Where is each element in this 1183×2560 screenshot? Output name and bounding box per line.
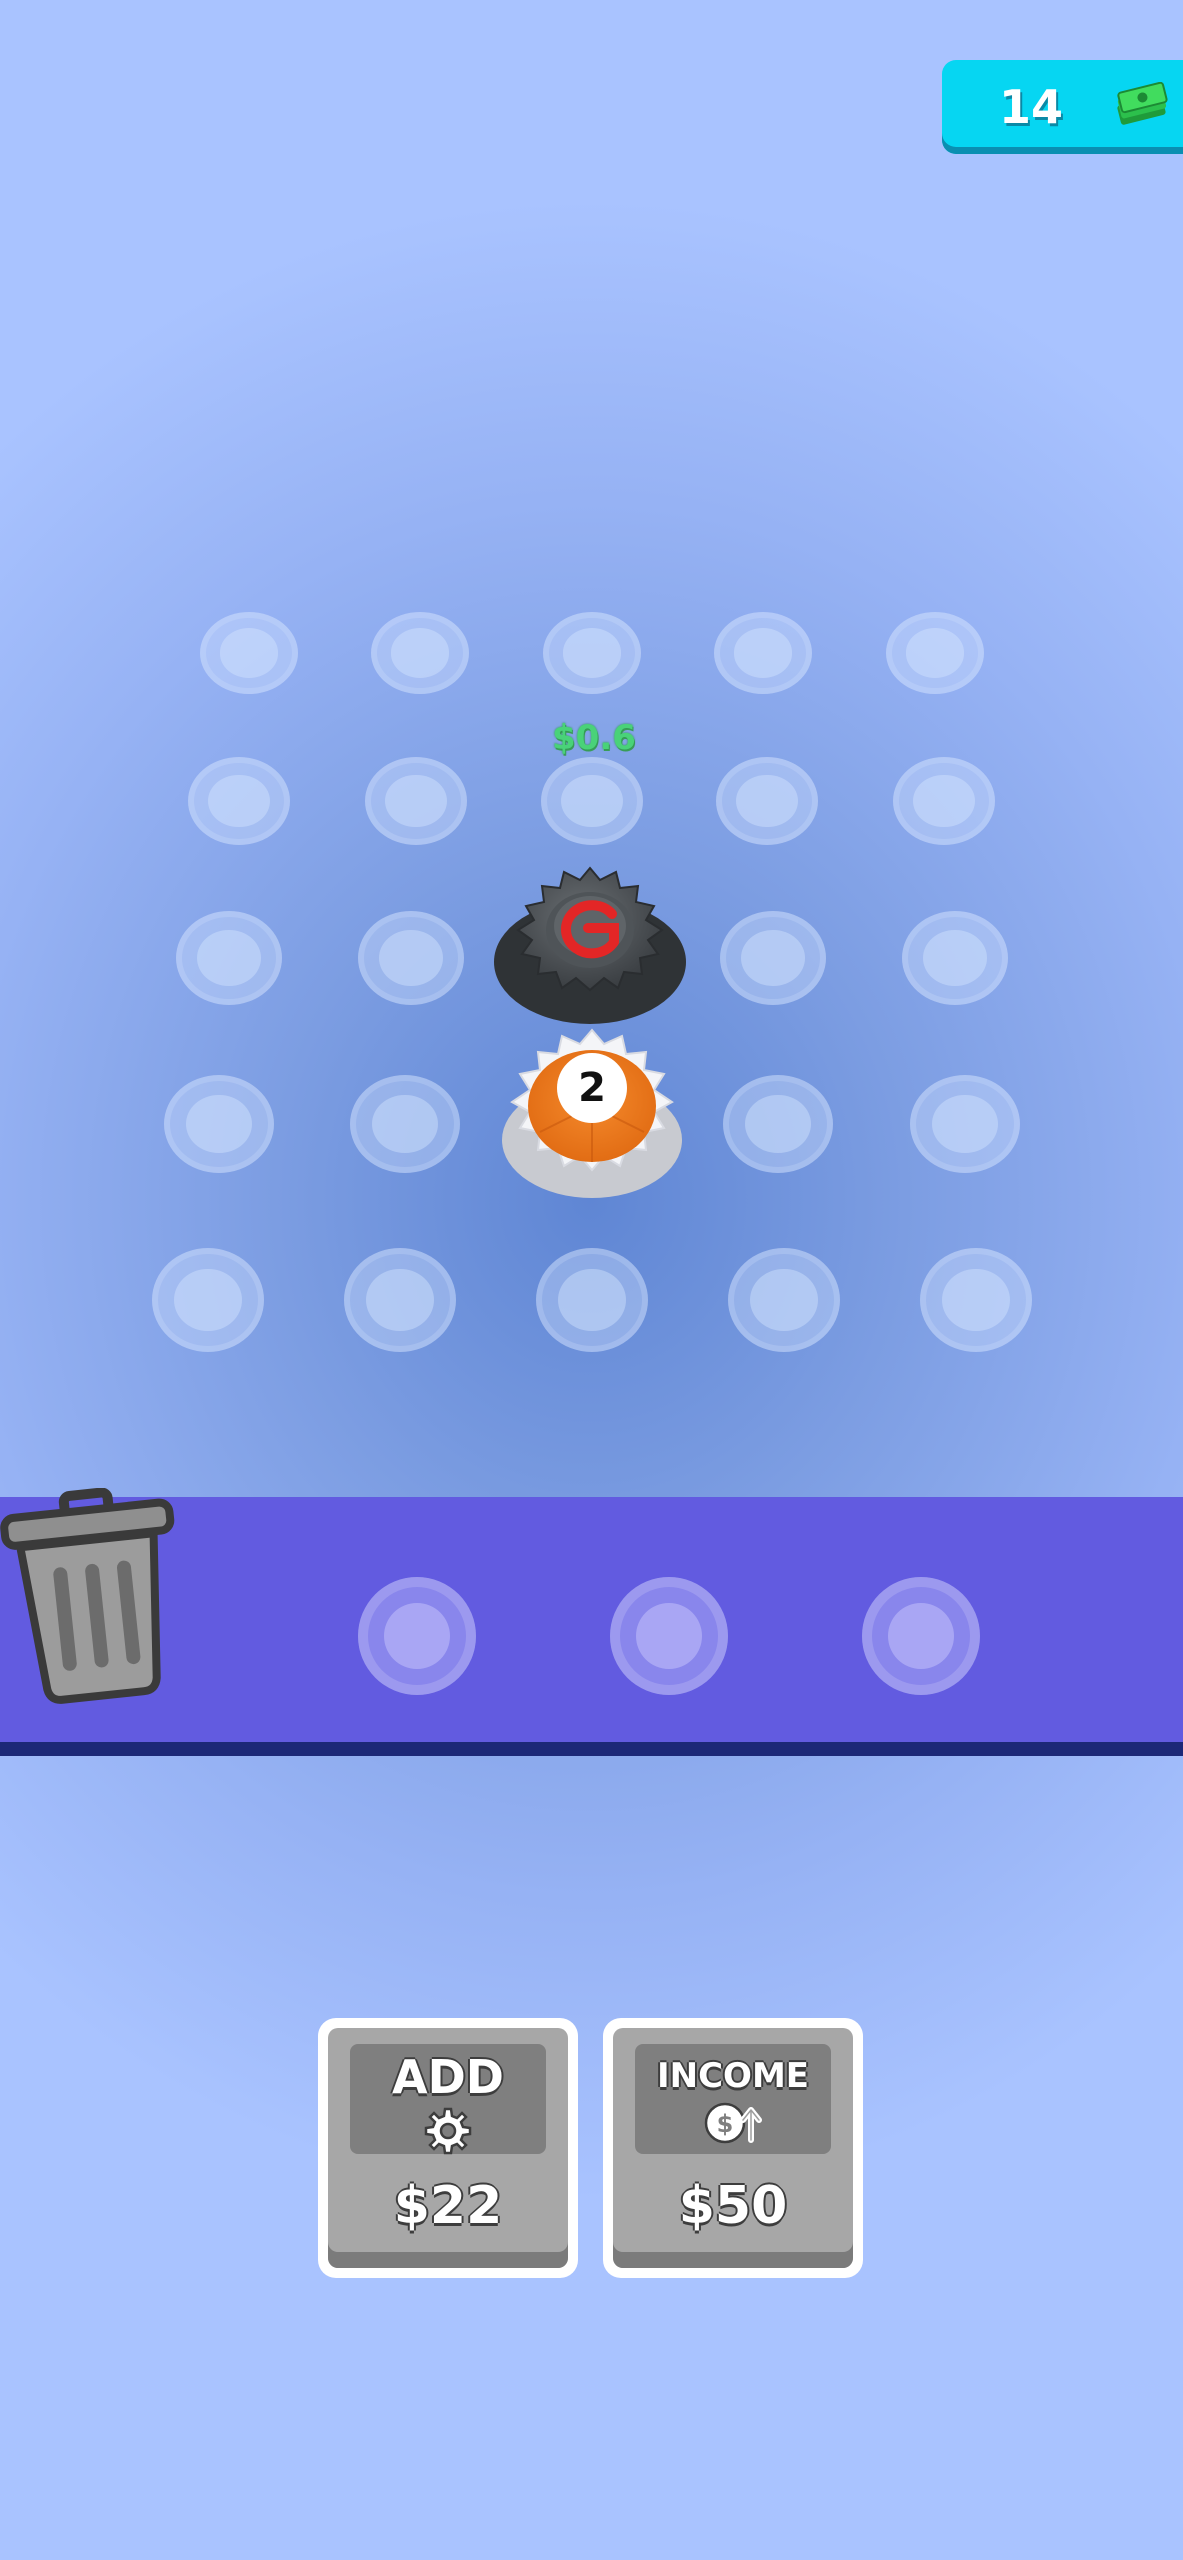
dollar-up-icon: $	[704, 2102, 762, 2144]
board-peg[interactable]	[371, 612, 469, 694]
add-button-price: $22	[393, 2176, 503, 2236]
svg-text:$: $	[717, 2110, 734, 2138]
board-peg[interactable]	[188, 757, 290, 845]
add-gear-button[interactable]: ADD $22	[318, 2018, 578, 2278]
board-peg[interactable]	[720, 911, 826, 1005]
gear-level-badge: 2	[557, 1053, 627, 1123]
income-button-price: $50	[678, 2176, 788, 2236]
add-button-title: ADD	[392, 2050, 504, 2104]
board-peg[interactable]	[164, 1075, 274, 1173]
inventory-slot[interactable]	[610, 1577, 728, 1695]
board-peg[interactable]	[714, 612, 812, 694]
trash-can-icon[interactable]	[0, 1488, 186, 1708]
board-peg[interactable]	[902, 911, 1008, 1005]
board-peg[interactable]	[152, 1248, 264, 1352]
board-peg[interactable]	[176, 911, 282, 1005]
inventory-slot[interactable]	[358, 1577, 476, 1695]
board-peg[interactable]	[728, 1248, 840, 1352]
board-peg[interactable]	[886, 612, 984, 694]
board-peg[interactable]	[350, 1075, 460, 1173]
income-upgrade-button[interactable]: INCOME $ $50	[603, 2018, 863, 2278]
board-peg[interactable]	[541, 757, 643, 845]
board-peg[interactable]	[543, 612, 641, 694]
floating-income-text: $0.6	[552, 718, 636, 758]
board-peg[interactable]	[920, 1248, 1032, 1352]
board-peg[interactable]	[358, 911, 464, 1005]
cash-stack-icon	[1117, 82, 1168, 125]
gear-icon	[424, 2107, 472, 2155]
power-gear-icon[interactable]	[488, 850, 692, 1030]
money-counter: 14	[942, 60, 1183, 154]
board-peg[interactable]	[716, 757, 818, 845]
inventory-slot[interactable]	[862, 1577, 980, 1695]
board-peg[interactable]	[344, 1248, 456, 1352]
board-peg[interactable]	[200, 612, 298, 694]
board-peg[interactable]	[365, 757, 467, 845]
income-button-title: INCOME	[656, 2056, 810, 2096]
board-peg[interactable]	[893, 757, 995, 845]
board-peg[interactable]	[910, 1075, 1020, 1173]
board-peg[interactable]	[536, 1248, 648, 1352]
money-value: 14	[998, 80, 1063, 134]
board-peg[interactable]	[723, 1075, 833, 1173]
